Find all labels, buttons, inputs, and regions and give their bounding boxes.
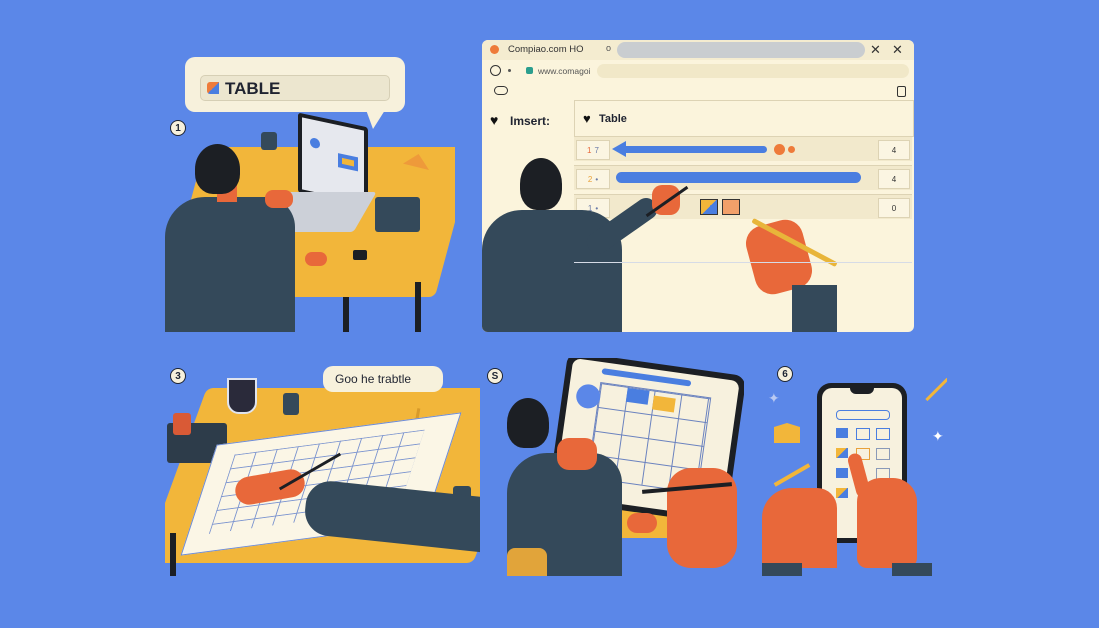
dot-icon xyxy=(508,69,511,72)
table-panel: ♥ Table xyxy=(574,100,914,137)
url-input[interactable] xyxy=(597,64,909,78)
phone-notch xyxy=(850,388,874,394)
toggle-icon[interactable] xyxy=(494,86,508,95)
person-body xyxy=(165,197,295,332)
image-icon[interactable] xyxy=(722,199,740,215)
app-tile[interactable] xyxy=(876,448,890,460)
bubble-text: TABLE xyxy=(225,79,281,98)
person-hand xyxy=(305,252,327,266)
panel-3: 3 Goo he trabtle xyxy=(165,358,480,576)
row-value: 0 xyxy=(878,198,910,218)
sleeve xyxy=(892,563,932,576)
bubble-text: Goo he trabtle xyxy=(335,372,412,386)
panel-1: TABLE 1 xyxy=(165,52,455,332)
app-tile[interactable] xyxy=(836,448,848,458)
step-badge: S xyxy=(487,368,503,384)
tab-title[interactable]: Compiao.com HO xyxy=(508,44,584,55)
person-head xyxy=(195,144,240,194)
pencil-icon xyxy=(925,377,947,402)
cell-highlight[interactable] xyxy=(652,395,676,413)
speech-bubble: TABLE xyxy=(185,57,405,129)
minimize-button[interactable]: ✕ xyxy=(870,42,881,58)
desk-leg xyxy=(343,297,349,332)
row-value: 4 xyxy=(878,169,910,189)
sparkle-icon: ✦ xyxy=(932,428,944,444)
panel-4: S xyxy=(482,358,744,576)
pen-cup xyxy=(261,132,277,150)
favicon-icon xyxy=(490,45,499,54)
divider-line xyxy=(574,262,912,263)
wine-glass xyxy=(227,378,257,414)
sparkle-icon: ✦ xyxy=(768,390,780,406)
person-hand xyxy=(265,190,293,208)
browser-window: Compiao.com HO o ✕ ✕ www.comagoi ♥ Imser… xyxy=(482,40,914,332)
step-badge: 3 xyxy=(170,368,186,384)
app-tile[interactable] xyxy=(856,428,870,440)
row-index: 17 xyxy=(576,140,610,160)
url-text[interactable]: www.comagoi xyxy=(538,66,590,76)
app-tile[interactable] xyxy=(876,428,890,440)
app-logo-icon xyxy=(207,82,219,94)
dot-marker xyxy=(774,144,785,155)
bubble-tail xyxy=(365,107,387,129)
tissue-box xyxy=(375,197,420,232)
pen-cup xyxy=(283,393,299,415)
reload-icon[interactable] xyxy=(490,65,501,76)
bubble-search-box: TABLE xyxy=(200,75,390,101)
heart-icon: ♥ xyxy=(583,111,591,126)
sleeve xyxy=(762,563,802,576)
phone-on-desk xyxy=(353,250,367,260)
desk-leg xyxy=(170,533,176,576)
left-hand xyxy=(762,488,837,568)
pen-cup xyxy=(173,413,191,435)
speech-bubble: Goo he trabtle xyxy=(323,366,443,392)
tab-bar: Compiao.com HO o ✕ ✕ xyxy=(482,40,914,60)
address-bar: www.comagoi xyxy=(482,62,914,80)
person-hand xyxy=(557,438,597,470)
envelope-icon xyxy=(774,423,800,443)
extension-icon[interactable] xyxy=(897,86,906,97)
heart-icon: ♥ xyxy=(490,112,499,128)
row-value: 4 xyxy=(878,140,910,160)
step-badge: 1 xyxy=(170,120,186,136)
new-tab-area[interactable] xyxy=(617,42,865,58)
desk-leg xyxy=(415,282,421,332)
close-button[interactable]: ✕ xyxy=(892,42,903,58)
progress-bar xyxy=(619,146,767,153)
tool-icon xyxy=(773,463,811,487)
dot-marker xyxy=(788,146,795,153)
secure-icon xyxy=(526,67,533,74)
tab-extra: o xyxy=(606,43,612,53)
app-tile[interactable] xyxy=(836,428,848,438)
row-index: 2 • xyxy=(576,169,610,189)
progress-bar xyxy=(616,172,861,183)
person-head xyxy=(520,158,562,210)
arrow-head xyxy=(612,141,626,157)
person-head xyxy=(507,398,549,448)
panel-5: 6 ✦ ✦ xyxy=(762,358,947,576)
step-badge: 6 xyxy=(777,366,793,382)
chair xyxy=(507,548,547,576)
sleeve xyxy=(792,285,837,332)
table-label[interactable]: Table xyxy=(599,113,627,125)
image-icon[interactable] xyxy=(700,199,718,215)
person-hand xyxy=(627,513,657,533)
app-tile[interactable] xyxy=(836,488,848,498)
phone-search-input[interactable] xyxy=(836,410,890,420)
app-tile[interactable] xyxy=(836,468,848,478)
table-row[interactable]: 2 • 4 xyxy=(574,165,912,190)
insert-label: Imsert: xyxy=(510,114,551,128)
table-row[interactable]: 17 4 xyxy=(574,136,912,161)
cell-highlight[interactable] xyxy=(625,387,650,405)
